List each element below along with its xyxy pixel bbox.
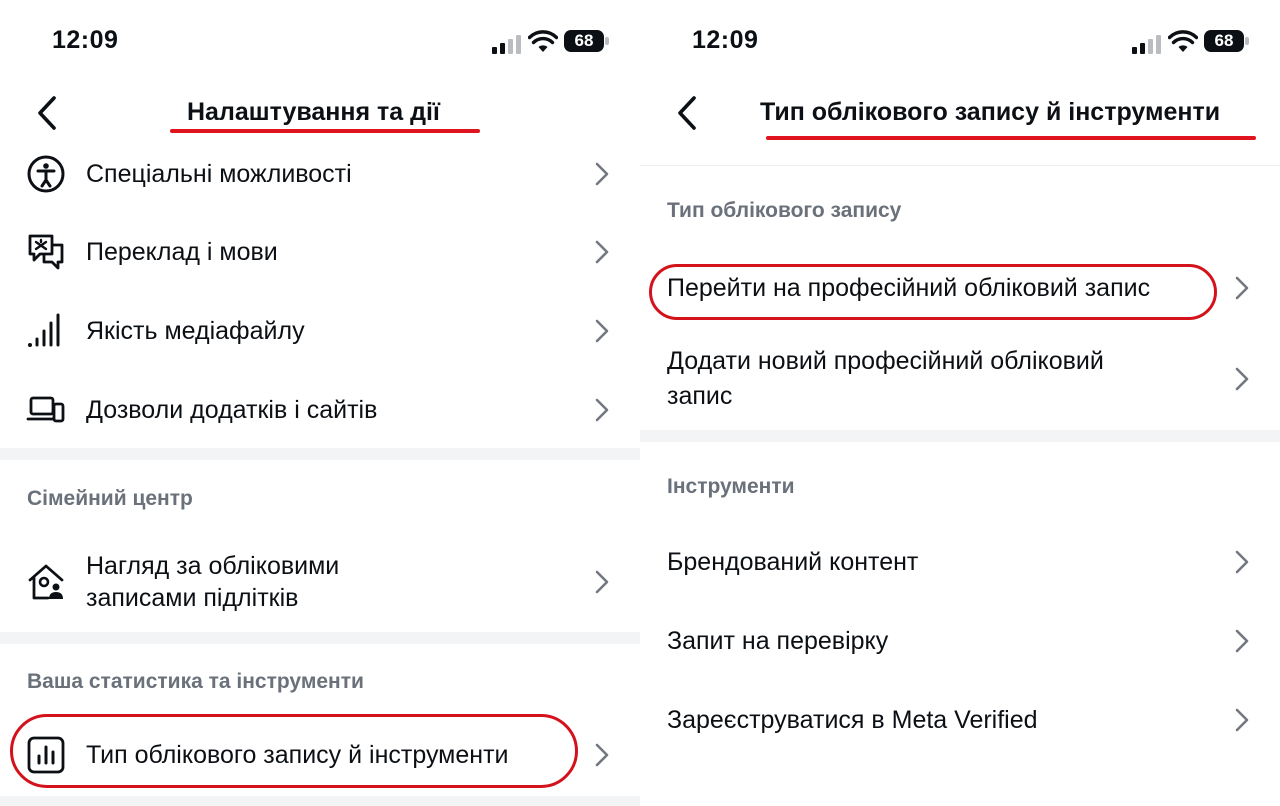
- signal-bars-icon: [26, 311, 66, 351]
- chevron-right-icon: [1235, 276, 1249, 300]
- chevron-right-icon: [595, 743, 609, 767]
- list-item-label: Якість медіафайлу: [86, 317, 305, 345]
- chevron-right-icon: [1235, 367, 1249, 391]
- cellular-signal-icon: [492, 35, 521, 54]
- header: Тип облікового запису й інструменти: [640, 78, 1280, 148]
- battery-icon: 68: [564, 30, 610, 52]
- title-underline: [766, 136, 1256, 140]
- battery-icon: 68: [1204, 30, 1250, 52]
- list-item-label: Нагляд за обліковими записами підлітків: [86, 552, 340, 612]
- chevron-right-icon: [595, 398, 609, 422]
- list-item-branded-content[interactable]: Брендований контент: [640, 544, 1280, 580]
- list-item-verification-request[interactable]: Запит на перевірку: [640, 623, 1280, 659]
- chevron-right-icon: [595, 570, 609, 594]
- chevron-right-icon: [595, 240, 609, 264]
- page-title: Налаштування та дії: [187, 98, 440, 126]
- laptop-phone-icon: [26, 390, 66, 430]
- back-icon[interactable]: [30, 94, 66, 132]
- list-item-app-permissions[interactable]: Дозволи додатків і сайтів: [0, 390, 640, 430]
- list-item-label: Брендований контент: [667, 548, 919, 576]
- back-icon[interactable]: [670, 94, 706, 132]
- status-time: 12:09: [52, 26, 119, 54]
- list-item-accessibility[interactable]: Спеціальні можливості: [0, 154, 640, 194]
- status-bar: 12:09 68: [0, 24, 640, 58]
- highlight-ring: [649, 264, 1217, 320]
- title-underline: [170, 129, 480, 133]
- list-item-translation[interactable]: Переклад і мови: [0, 232, 640, 272]
- list-item-label: Спеціальні можливості: [86, 160, 352, 188]
- chevron-right-icon: [1235, 550, 1249, 574]
- status-time: 12:09: [692, 26, 759, 54]
- list-item-media-quality[interactable]: Якість медіафайлу: [0, 311, 640, 351]
- accessibility-icon: [26, 154, 66, 194]
- chevron-right-icon: [1235, 629, 1249, 653]
- section-divider: [0, 632, 640, 644]
- section-heading-tools: Інструменти: [667, 475, 795, 498]
- wifi-icon: [528, 30, 558, 52]
- section-heading-account-type: Тип облікового запису: [667, 199, 902, 222]
- header-separator: [640, 165, 1280, 166]
- battery-level: 68: [574, 31, 594, 50]
- status-bar: 12:09 68: [640, 24, 1280, 58]
- account-type-screen: 12:09 68 Тип облікового запису й інструм…: [640, 0, 1280, 806]
- highlight-ring: [10, 714, 578, 788]
- settings-screen: 12:09 68 Налаштування та дії Спеціальні …: [0, 0, 640, 806]
- header: Налаштування та дії: [0, 78, 640, 148]
- section-heading-stats: Ваша статистика та інструменти: [27, 670, 364, 693]
- family-home-icon: [26, 562, 66, 602]
- list-item-meta-verified[interactable]: Зареєструватися в Meta Verified: [640, 702, 1280, 738]
- list-item-label: Запит на перевірку: [667, 627, 889, 655]
- list-item-teen-supervision[interactable]: Нагляд за обліковими записами підлітків: [0, 548, 640, 616]
- page-title: Тип облікового запису й інструменти: [760, 98, 1221, 126]
- list-item-label: Зареєструватися в Meta Verified: [667, 706, 1038, 734]
- translate-icon: [26, 232, 66, 272]
- wifi-icon: [1168, 30, 1198, 52]
- section-heading-family: Сімейний центр: [27, 487, 193, 510]
- chevron-right-icon: [595, 162, 609, 186]
- chevron-right-icon: [595, 319, 609, 343]
- cellular-signal-icon: [1132, 35, 1161, 54]
- section-divider: [0, 448, 640, 460]
- section-divider: [0, 796, 640, 806]
- section-divider: [640, 430, 1280, 442]
- list-item-label: Дозволи додатків і сайтів: [86, 396, 378, 424]
- battery-level: 68: [1214, 31, 1234, 50]
- list-item-label: Переклад і мови: [86, 238, 278, 266]
- list-item-add-professional[interactable]: Додати новий професійний обліковий запис: [640, 344, 1280, 414]
- list-item-label: Додати новий професійний обліковий запис: [667, 347, 1104, 410]
- chevron-right-icon: [1235, 708, 1249, 732]
